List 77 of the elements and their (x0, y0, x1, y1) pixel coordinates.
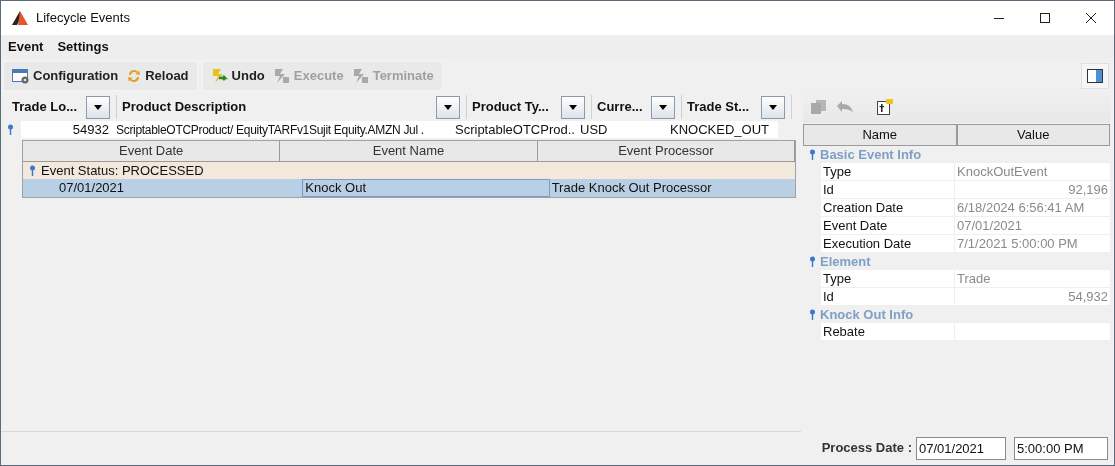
table-cell-text: Trade Knock Out Processor (550, 179, 713, 197)
table-cell-text: 07/01/2021 (58, 179, 126, 197)
dropdown-button[interactable] (761, 95, 785, 119)
lightning-arrow-icon (210, 67, 229, 84)
group-label: Event Status: PROCESSED (41, 161, 204, 180)
dropdown-button[interactable] (436, 95, 460, 119)
section-title: Knock Out Info (820, 305, 914, 324)
property-name: Execution Date (821, 235, 955, 252)
lightning-icon (351, 67, 370, 84)
property-value: 92,196 (955, 181, 1110, 198)
property-name: Event Date (821, 217, 955, 234)
copy-icon (810, 99, 828, 115)
split-view-button[interactable] (1081, 62, 1109, 89)
collapse-icon[interactable] (29, 165, 36, 176)
toolbar-button[interactable]: Configuration (9, 62, 122, 89)
dropdown-button[interactable] (86, 95, 110, 119)
property-value: 6/18/2024 6:56:41 AM (955, 199, 1110, 216)
collapse-icon[interactable] (809, 256, 816, 267)
property-value: 07/01/2021 (955, 217, 1110, 234)
caret-icon (444, 104, 452, 110)
window-gear-icon (12, 67, 30, 84)
time-field[interactable]: 5:00:00 PM (1014, 436, 1108, 460)
minimize-icon (994, 17, 1004, 19)
property-name: Type (821, 163, 955, 180)
process-date-label: Process Date : (821, 439, 912, 458)
column-header: Product Ty... (472, 98, 550, 117)
property-name: Id (821, 288, 955, 305)
menu-item[interactable]: Event (8, 37, 44, 57)
property-value: KnockOutEvent (955, 163, 1110, 180)
property-value: 54,932 (955, 288, 1110, 305)
dropdown-button[interactable] (651, 95, 675, 119)
property-name: Type (821, 270, 955, 287)
caret-icon (94, 104, 102, 110)
section-title: Basic Event Info (820, 145, 922, 164)
table-cell-text: ScriptableOTCProduct/ EquityTARFv1Sujit Equity.AMZN Jul . (115, 121, 425, 139)
column-header[interactable]: Name (803, 124, 957, 146)
column-header: Trade St... (687, 98, 751, 117)
property-value: 7/1/2021 5:00:00 PM (955, 235, 1110, 252)
undo-icon (836, 100, 854, 114)
property-value: Trade (955, 270, 1110, 287)
note-icon[interactable] (876, 98, 894, 116)
column-header[interactable]: Event Processor (537, 141, 795, 162)
trade-row[interactable]: 54932 ScriptableOTCProduct/ EquityTARFv1Sujit Equity.AMZN Jul . ScriptableOTCProd.. USD KNOCKED_OUT (21, 121, 778, 138)
split-view-icon (1087, 68, 1103, 83)
lightning-icon (272, 67, 291, 84)
maximize-icon (1040, 13, 1050, 23)
section-title: Element (820, 252, 871, 271)
column-header[interactable]: Event Date (23, 141, 281, 162)
close-icon (1086, 13, 1096, 23)
reload-icon (126, 67, 143, 84)
toolbar-button[interactable]: Undo (207, 62, 268, 89)
column-header[interactable]: Event Name (280, 141, 538, 162)
date-field[interactable]: 07/01/2021 (916, 436, 1006, 460)
collapse-icon[interactable] (809, 149, 816, 160)
app-logo-icon (12, 11, 28, 25)
property-name: Creation Date (821, 199, 955, 216)
event-row[interactable]: 07/01/2021 Knock Out Trade Knock Out Processor (23, 179, 795, 197)
table-cell-text: ScriptableOTCProd.. (454, 120, 576, 139)
caret-icon (769, 104, 777, 110)
caret-icon (659, 104, 667, 110)
column-header: Curre... (597, 98, 644, 117)
column-header: Trade Lo... (12, 98, 78, 117)
column-header: Product Description (122, 98, 248, 117)
column-header[interactable]: Value (956, 124, 1110, 146)
collapse-icon[interactable] (809, 309, 816, 320)
table-cell-text: KNOCKED_OUT (669, 120, 770, 139)
collapse-icon[interactable] (7, 124, 14, 135)
menu-item[interactable]: Settings (57, 37, 109, 57)
table-cell-text: 54932 (71, 120, 110, 139)
table-cell-text: USD (579, 120, 609, 139)
window-title: Lifecycle Events (36, 9, 130, 28)
property-name: Rebate (821, 323, 955, 340)
toolbar-button[interactable]: Reload (123, 62, 192, 89)
dropdown-button[interactable] (561, 95, 585, 119)
caret-icon (569, 104, 577, 110)
property-name: Id (821, 181, 955, 198)
table-cell: Knock Out (302, 179, 550, 197)
